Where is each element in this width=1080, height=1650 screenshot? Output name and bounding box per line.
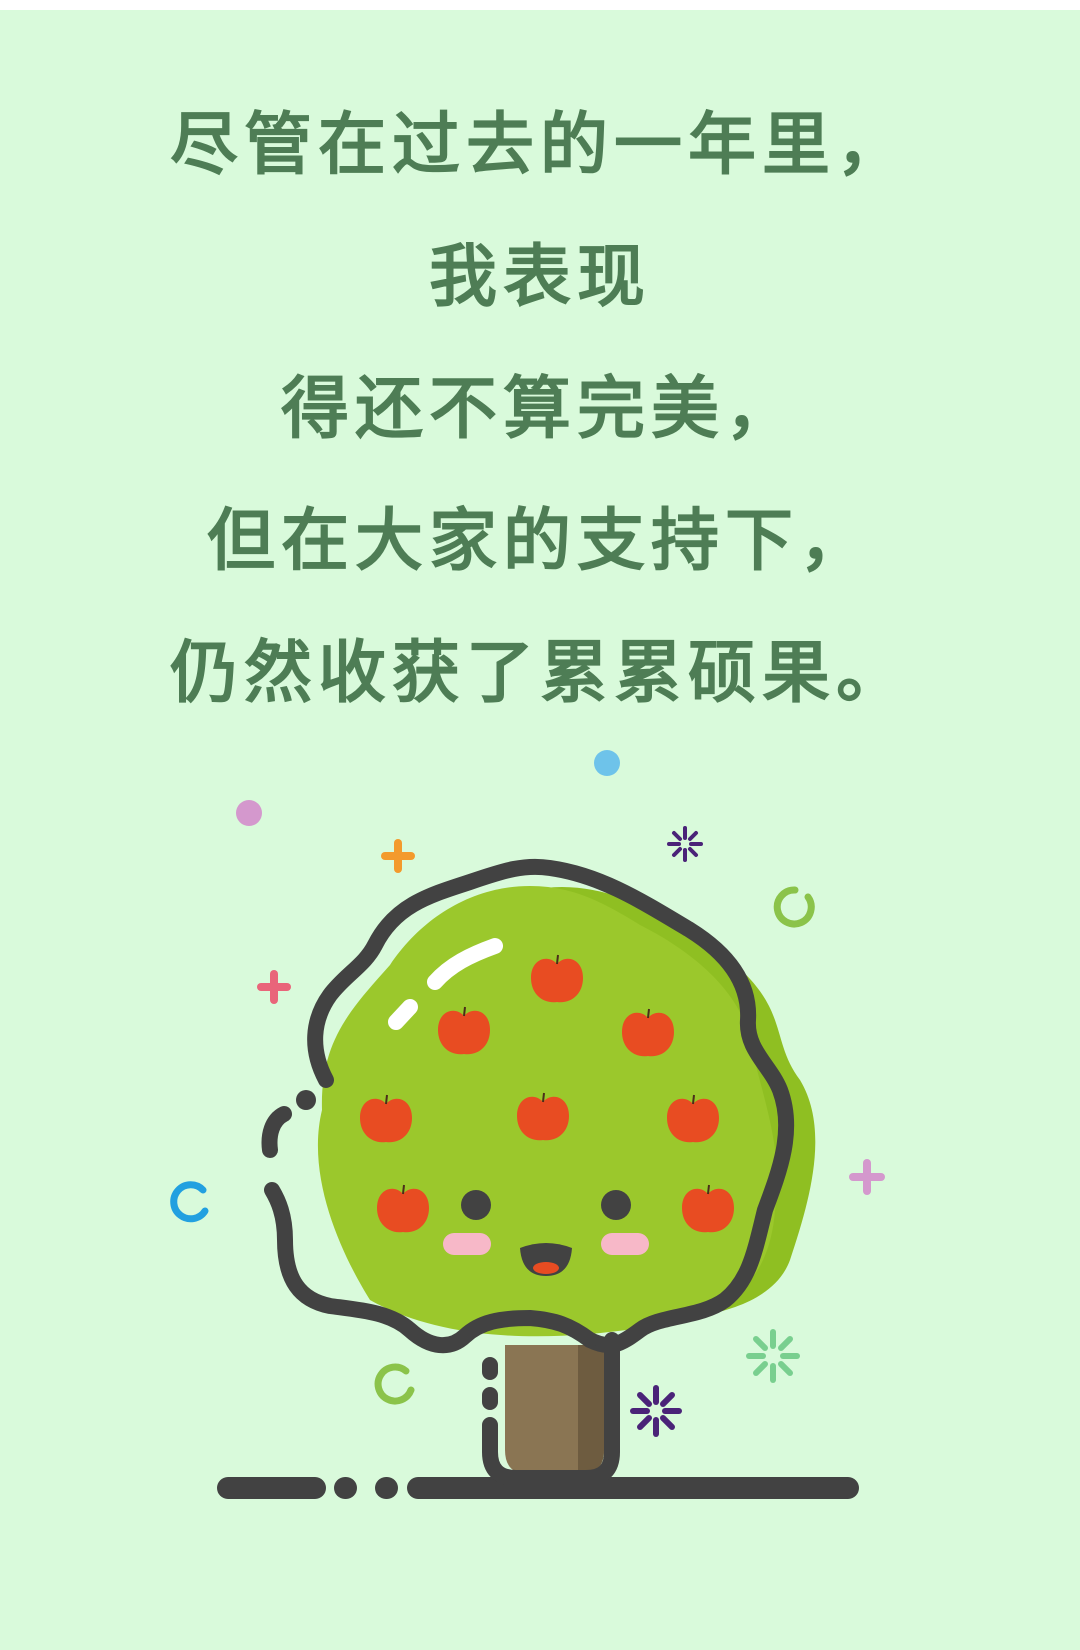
- poster-background: 尽管在过去的一年里， 我表现 得还不算完美， 但在大家的支持下， 仍然收获了累累…: [0, 10, 1080, 1650]
- trunk-shadow: [578, 1345, 604, 1474]
- ring-blue-decoration: [170, 1181, 209, 1223]
- plus-red-decoration: [257, 970, 291, 1004]
- dot-blue-decoration: [594, 750, 620, 776]
- apple: [622, 1008, 674, 1057]
- plus-purple-decoration: [849, 1159, 885, 1195]
- canopy-outline-dot: [296, 1090, 316, 1110]
- apple: [667, 1094, 719, 1143]
- sparkle-green-decoration: [746, 1329, 800, 1383]
- apple: [438, 1006, 490, 1055]
- dot-pink-decoration: [236, 800, 262, 826]
- ring-green-top-decoration: [773, 886, 815, 928]
- sparkle-navy-large-decoration: [630, 1385, 682, 1437]
- apple: [682, 1184, 734, 1233]
- tongue: [533, 1262, 559, 1274]
- apple: [360, 1094, 412, 1143]
- sparkle-navy-small-decoration: [667, 826, 703, 862]
- plus-orange-decoration: [381, 839, 415, 873]
- apple: [531, 954, 583, 1003]
- apple: [377, 1184, 429, 1233]
- ring-green-bottom-decoration: [374, 1363, 415, 1405]
- left-eye: [461, 1190, 491, 1220]
- right-blush: [601, 1233, 649, 1255]
- right-eye: [601, 1190, 631, 1220]
- apple: [517, 1092, 569, 1141]
- tree-illustration: [170, 750, 885, 1499]
- left-blush: [443, 1233, 491, 1255]
